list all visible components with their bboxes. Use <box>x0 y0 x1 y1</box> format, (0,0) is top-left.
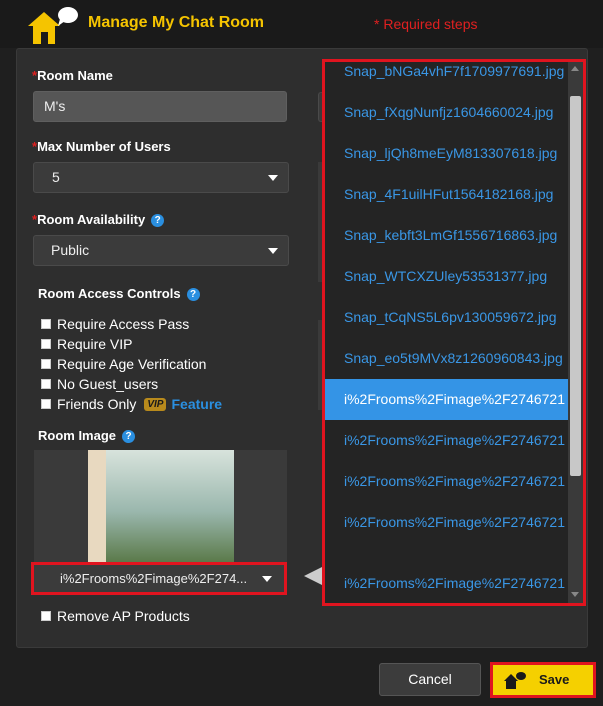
required-note: * Required steps <box>374 16 478 32</box>
home-chat-icon <box>504 672 526 689</box>
room-image-select[interactable]: i%2Frooms%2Fimage%2F274... <box>31 562 287 595</box>
dropdown-option[interactable]: Snap_fXqgNunfjz1604660024.jpg <box>325 92 568 133</box>
checkbox[interactable] <box>41 339 51 349</box>
availability-select[interactable]: Public <box>33 235 289 266</box>
access-option-access-pass[interactable]: Require Access Pass <box>41 314 222 334</box>
help-icon[interactable]: ? <box>151 214 165 227</box>
checkbox[interactable] <box>41 379 51 389</box>
checkbox[interactable] <box>41 359 51 369</box>
max-users-select[interactable]: 5 <box>33 162 289 193</box>
dropdown-option-selected[interactable]: i%2Frooms%2Fimage%2F2746721 <box>325 379 568 420</box>
scrollbar-thumb[interactable] <box>570 96 581 476</box>
save-label: Save <box>539 672 570 687</box>
image-dropdown-list[interactable]: Snap_bNGa4vhF7f1709977691.jpg Snap_fXqgN… <box>322 59 586 606</box>
room-name-label: *Room Name <box>32 68 113 83</box>
save-button[interactable]: Save <box>490 662 596 698</box>
dropdown-option[interactable]: i%2Frooms%2Fimage%2F2746721 <box>325 502 568 543</box>
access-controls-label: Room Access Controls? <box>38 286 200 301</box>
access-option-vip[interactable]: Require VIP <box>41 334 222 354</box>
room-name-input[interactable]: M's <box>33 91 287 122</box>
room-image-preview <box>34 450 287 562</box>
dropdown-options: Snap_bNGa4vhF7f1709977691.jpg Snap_fXqgN… <box>325 62 568 603</box>
help-icon[interactable]: ? <box>186 288 200 301</box>
scroll-up-icon[interactable] <box>571 66 579 71</box>
max-users-label: *Max Number of Users <box>32 139 171 154</box>
dropdown-option[interactable]: Snap_bNGa4vhF7f1709977691.jpg <box>325 62 568 92</box>
room-image-label: Room Image? <box>38 428 136 443</box>
room-image-pillar <box>88 450 106 562</box>
availability-label: *Room Availability? <box>32 212 165 227</box>
checkbox[interactable] <box>41 611 51 621</box>
dropdown-option[interactable]: Snap_ljQh8meEyM813307618.jpg <box>325 133 568 174</box>
dropdown-option[interactable]: i%2Frooms%2Fimage%2F2746721 <box>325 420 568 461</box>
dropdown-option[interactable]: Snap_kebft3LmGf1556716863.jpg <box>325 215 568 256</box>
cancel-button[interactable]: Cancel <box>379 663 481 696</box>
access-option-age-verification[interactable]: Require Age Verification <box>41 354 222 374</box>
help-icon[interactable]: ? <box>122 430 136 443</box>
dropdown-scrollbar[interactable] <box>568 62 583 603</box>
dropdown-option[interactable]: Snap_tCqNS5L6pv130059672.jpg <box>325 297 568 338</box>
dropdown-option[interactable]: Snap_WTCXZUley53531377.jpg <box>325 256 568 297</box>
feature-link[interactable]: Feature <box>171 396 222 412</box>
access-option-friends-only[interactable]: Friends Only VIP Feature <box>41 394 222 414</box>
dropdown-option[interactable]: Snap_eo5t9MVx8z1260960843.jpg <box>325 338 568 379</box>
vip-badge: VIP <box>144 397 167 411</box>
checkbox[interactable] <box>41 319 51 329</box>
page-title: Manage My Chat Room <box>88 14 265 31</box>
checkbox[interactable] <box>41 399 51 409</box>
dropdown-option[interactable]: Snap_4F1uilHFut1564182168.jpg <box>325 174 568 215</box>
header: Manage My Chat Room * Required steps <box>0 0 603 48</box>
dropdown-option[interactable]: i%2Frooms%2Fimage%2F2746721 <box>325 563 568 603</box>
remove-ap-option[interactable]: Remove AP Products <box>41 606 190 626</box>
access-option-no-guests[interactable]: No Guest_users <box>41 374 222 394</box>
room-image-photo <box>88 450 234 562</box>
dropdown-option[interactable]: i%2Frooms%2Fimage%2F2746721 <box>325 461 568 502</box>
home-chat-icon <box>28 7 78 44</box>
scroll-down-icon[interactable] <box>571 592 579 597</box>
access-controls-list: Require Access Pass Require VIP Require … <box>41 314 222 414</box>
